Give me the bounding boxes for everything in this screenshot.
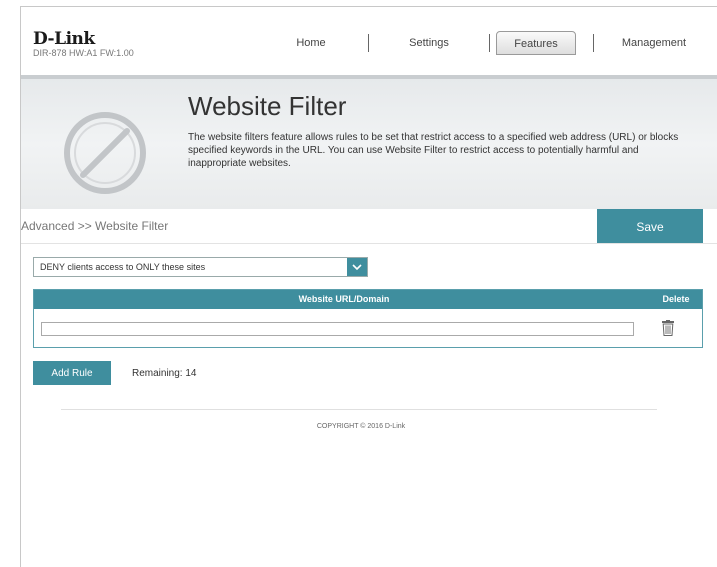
nav-features[interactable]: Features xyxy=(496,31,576,55)
nav-home[interactable]: Home xyxy=(261,31,361,55)
nav-management[interactable]: Management xyxy=(601,31,707,55)
main-nav: Home Settings Features Management xyxy=(261,31,707,55)
page-description: The website filters feature allows rules… xyxy=(188,132,679,169)
breadcrumb: Advanced >> Website Filter xyxy=(21,219,169,233)
page-hero: Website Filter The website filters featu… xyxy=(21,75,717,209)
logo-brand: D-Link xyxy=(33,29,95,49)
remaining-count: Remaining: 14 xyxy=(132,368,197,379)
chevron-down-icon[interactable] xyxy=(347,258,367,276)
router-admin-window: D-Link DIR-878 HW:A1 FW:1.00 Home Settin… xyxy=(20,6,717,567)
nav-separator xyxy=(368,34,369,52)
filter-mode-select[interactable]: DENY clients access to ONLY these sites xyxy=(33,257,368,277)
trash-icon[interactable] xyxy=(662,320,674,336)
website-url-table: Website URL/Domain Delete xyxy=(33,289,703,348)
dlink-logo: D-Link DIR-878 HW:A1 FW:1.00 xyxy=(33,29,134,58)
action-bar: Advanced >> Website Filter Save xyxy=(21,209,717,244)
footer-divider xyxy=(61,409,657,410)
column-header-delete: Delete xyxy=(662,294,690,304)
save-button[interactable]: Save xyxy=(597,209,703,243)
copyright-text: COPYRIGHT © 2016 D-Link xyxy=(316,423,406,430)
device-info: DIR-878 HW:A1 FW:1.00 xyxy=(33,48,134,58)
disabled-circle-icon xyxy=(64,112,146,194)
column-header-url: Website URL/Domain xyxy=(298,294,390,304)
url-input[interactable] xyxy=(41,322,634,336)
add-rule-button[interactable]: Add Rule xyxy=(33,361,111,385)
filter-mode-value: DENY clients access to ONLY these sites xyxy=(40,262,206,272)
page-title: Website Filter xyxy=(188,91,347,121)
nav-separator xyxy=(593,34,594,52)
top-header: D-Link DIR-878 HW:A1 FW:1.00 Home Settin… xyxy=(21,7,717,75)
nav-settings[interactable]: Settings xyxy=(379,31,479,55)
table-header: Website URL/Domain Delete xyxy=(34,290,702,309)
nav-separator xyxy=(489,34,490,52)
